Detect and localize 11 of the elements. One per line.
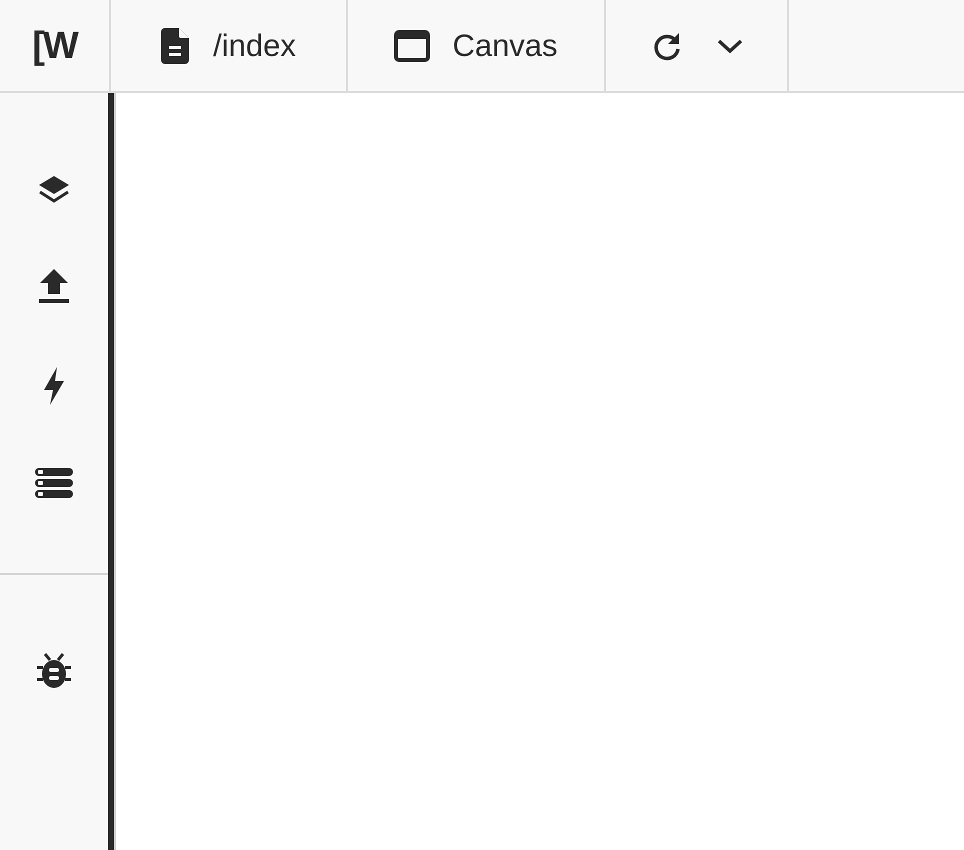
upload-icon[interactable] [38,268,70,304]
document-icon [161,28,192,64]
tab[interactable]: /index [111,0,348,91]
chevron-down-icon[interactable] [716,38,742,54]
server-icon[interactable] [35,468,73,498]
window-icon [394,30,430,62]
logo[interactable]: [W [32,25,77,68]
bug-icon[interactable] [36,653,72,689]
lightning-icon[interactable] [43,367,65,405]
tab[interactable]: Canvas [348,0,606,91]
layers-icon[interactable] [38,175,70,205]
